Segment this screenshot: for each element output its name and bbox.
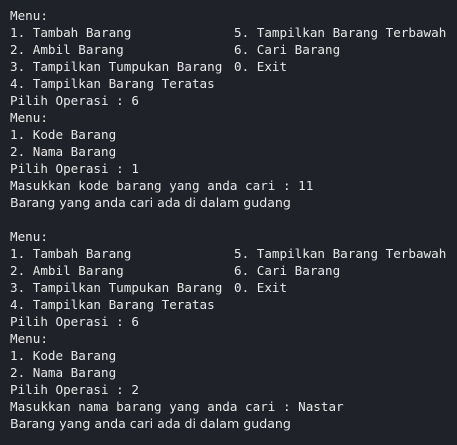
operation-prompt: Pilih Operasi : 1	[10, 161, 139, 176]
menu-item-ambil-barang: 2. Ambil Barang	[10, 42, 124, 57]
menu-row: 2. Ambil Barang 6. Cari Barang	[10, 41, 457, 58]
menu-item-ambil-barang: 2. Ambil Barang	[10, 263, 124, 278]
menu-item-tampilkan-teratas: 4. Tampilkan Barang Teratas	[10, 297, 215, 312]
search-result: Barang yang anda cari ada di dalam gudan…	[10, 416, 291, 431]
menu-item-tampilkan-tumpukan: 3. Tampilkan Tumpukan Barang	[10, 280, 223, 295]
terminal-output: Menu: 1. Tambah Barang 5. Tampilkan Bara…	[0, 0, 457, 445]
search-result: Barang yang anda cari ada di dalam gudan…	[10, 195, 291, 210]
submenu-item-nama-barang: 2. Nama Barang	[10, 365, 117, 380]
menu-row: 3. Tampilkan Tumpukan Barang 0. Exit	[10, 279, 457, 296]
menu-item-exit: 0. Exit	[234, 280, 288, 295]
submenu-label: Menu:	[10, 110, 48, 125]
submenu-label: Menu:	[10, 331, 48, 346]
submenu-item-kode-barang: 1. Kode Barang	[10, 348, 117, 363]
menu-item-cari-barang: 6. Cari Barang	[234, 263, 341, 278]
menu-row: 1. Tambah Barang 5. Tampilkan Barang Ter…	[10, 24, 457, 41]
menu-item-tampilkan-tumpukan: 3. Tampilkan Tumpukan Barang	[10, 59, 223, 74]
menu-item-exit: 0. Exit	[234, 59, 288, 74]
menu-row: 3. Tampilkan Tumpukan Barang 0. Exit	[10, 58, 457, 75]
menu-row: 2. Ambil Barang 6. Cari Barang	[10, 262, 457, 279]
operation-prompt: Pilih Operasi : 6	[10, 93, 139, 108]
menu-label: Menu:	[10, 8, 48, 23]
menu-item-tampilkan-teratas: 4. Tampilkan Barang Teratas	[10, 76, 215, 91]
menu-item-tampilkan-terbawah: 5. Tampilkan Barang Terbawah	[234, 246, 447, 261]
menu-row: 1. Tambah Barang 5. Tampilkan Barang Ter…	[10, 245, 457, 262]
search-input-line: Masukkan kode barang yang anda cari : 11	[10, 178, 314, 193]
menu-item-tambah-barang: 1. Tambah Barang	[10, 246, 132, 261]
menu-label: Menu:	[10, 229, 48, 244]
operation-prompt: Pilih Operasi : 2	[10, 382, 139, 397]
submenu-item-nama-barang: 2. Nama Barang	[10, 144, 117, 159]
menu-item-cari-barang: 6. Cari Barang	[234, 42, 341, 57]
submenu-item-kode-barang: 1. Kode Barang	[10, 127, 117, 142]
menu-item-tampilkan-terbawah: 5. Tampilkan Barang Terbawah	[234, 25, 447, 40]
search-input-line: Masukkan nama barang yang anda cari : Na…	[10, 399, 344, 414]
menu-item-tambah-barang: 1. Tambah Barang	[10, 25, 132, 40]
operation-prompt: Pilih Operasi : 6	[10, 314, 139, 329]
